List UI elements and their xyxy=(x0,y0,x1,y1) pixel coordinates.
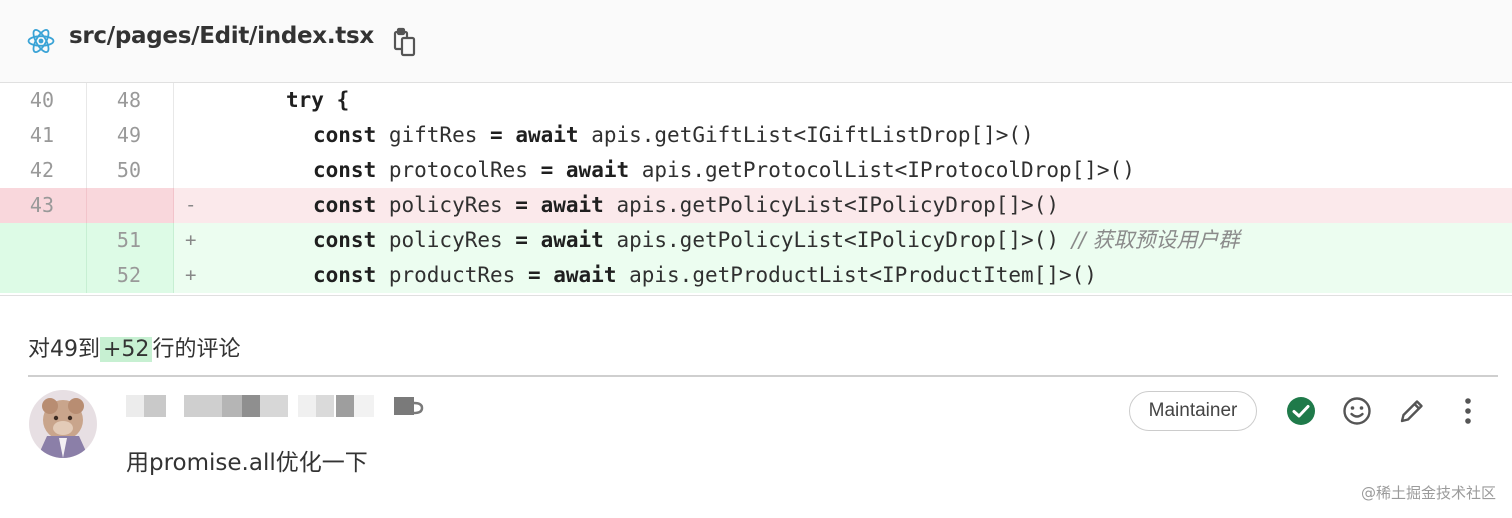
comment-body: 用promise.all优化一下 xyxy=(126,450,368,476)
old-line-number[interactable]: 43 xyxy=(0,188,87,223)
comment-range-label: 对49到 +52 行的评论 xyxy=(28,331,240,363)
react-icon xyxy=(27,29,55,53)
avatar-image xyxy=(29,390,97,458)
diff-view: 40 48 try { 41 49 const giftRes = await … xyxy=(0,83,1512,295)
old-line-number[interactable]: 41 xyxy=(0,118,87,153)
copy-icon[interactable] xyxy=(392,27,418,57)
new-line-number[interactable]: 52 xyxy=(87,258,174,293)
code-line: const policyRes = await apis.getPolicyLi… xyxy=(313,228,1240,252)
code-line: try { xyxy=(286,83,349,118)
avatar[interactable] xyxy=(29,390,97,458)
code-line: const protocolRes = await apis.getProtoc… xyxy=(313,158,1135,182)
author-name-redacted[interactable] xyxy=(126,395,426,417)
mug-icon xyxy=(394,397,424,415)
diff-row-deleted[interactable]: 43 - const policyRes = await apis.getPol… xyxy=(0,188,1512,223)
range-highlight: +52 xyxy=(100,337,153,362)
file-path[interactable]: src/pages/Edit/index.tsx xyxy=(69,23,374,49)
diff-marker: + xyxy=(185,229,197,251)
role-badge: Maintainer xyxy=(1129,391,1257,431)
old-line-number[interactable]: 40 xyxy=(0,83,87,118)
code-line-text: try { xyxy=(286,88,350,112)
diff-row-added[interactable]: 52 + const productRes = await apis.getPr… xyxy=(0,258,1512,293)
new-line-number[interactable]: 49 xyxy=(87,118,174,153)
resolve-check-icon[interactable] xyxy=(1285,395,1317,427)
file-header: src/pages/Edit/index.tsx xyxy=(0,0,1512,83)
range-suffix: 行的评论 xyxy=(152,337,241,362)
code-line: const productRes = await apis.getProduct… xyxy=(313,263,1097,287)
emoji-icon[interactable] xyxy=(1341,395,1373,427)
code-line: const giftRes = await apis.getGiftList<I… xyxy=(313,123,1034,147)
range-prefix: 对49到 xyxy=(28,337,100,362)
old-line-number[interactable]: 42 xyxy=(0,153,87,188)
code-line: const policyRes = await apis.getPolicyLi… xyxy=(313,193,1059,217)
diff-marker: - xyxy=(185,194,197,216)
new-line-number[interactable] xyxy=(87,188,174,223)
diff-row[interactable]: 41 49 const giftRes = await apis.getGift… xyxy=(0,118,1512,153)
diff-row[interactable]: 42 50 const protocolRes = await apis.get… xyxy=(0,153,1512,188)
diff-marker: + xyxy=(185,264,197,286)
old-line-number[interactable] xyxy=(0,258,87,293)
diff-row[interactable]: 40 48 try { xyxy=(0,83,1512,118)
edit-pencil-icon[interactable] xyxy=(1396,395,1428,427)
watermark: @稀土掘金技术社区 xyxy=(1360,484,1496,502)
new-line-number[interactable]: 50 xyxy=(87,153,174,188)
diff-row-added[interactable]: 51 + const policyRes = await apis.getPol… xyxy=(0,223,1512,258)
new-line-number[interactable]: 51 xyxy=(87,223,174,258)
more-vertical-icon[interactable] xyxy=(1452,395,1484,427)
old-line-number[interactable] xyxy=(0,223,87,258)
new-line-number[interactable]: 48 xyxy=(87,83,174,118)
comment-divider xyxy=(28,375,1498,377)
